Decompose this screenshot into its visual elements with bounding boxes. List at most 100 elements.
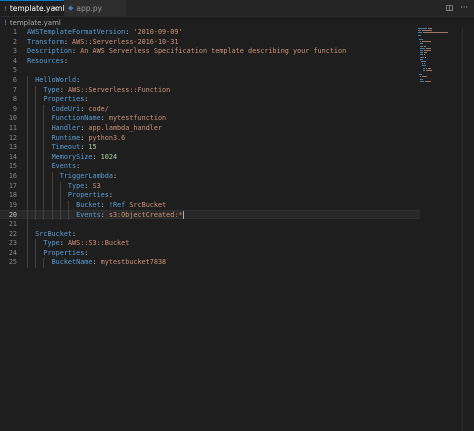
minimap-line	[422, 32, 448, 34]
yaml-value: AWS::Serverless-2016-10-31	[72, 37, 179, 46]
yaml-value: :	[72, 229, 77, 238]
close-icon[interactable]: ×	[52, 4, 59, 13]
yaml-value: 15	[88, 143, 97, 152]
yaml-key: Properties	[43, 95, 85, 104]
code-line[interactable]: 17 Type: S3	[0, 182, 420, 191]
minimap-line	[425, 69, 433, 71]
line-number: 11	[8, 124, 17, 132]
code-line[interactable]: 8 Properties:	[0, 95, 420, 104]
code-line[interactable]: 13 Timeout: 15	[0, 143, 420, 152]
code-editor[interactable]: 1 AWSTemplateFormatVersion: '2010-09-09' 2…	[0, 28, 474, 431]
python-icon: ◆	[68, 4, 74, 12]
code-line[interactable]: 4 Resources:	[0, 57, 420, 66]
yaml-value: mytestbucket7838	[100, 258, 167, 267]
minimap[interactable]	[418, 28, 460, 88]
code-line[interactable]: 11 Handler: app.lambda_handler	[0, 124, 420, 133]
yaml-key: Bucket	[76, 200, 101, 209]
yaml-value: :	[63, 37, 73, 46]
code-text: Bucket: !Ref SrcBucket	[27, 201, 166, 210]
yaml-value: :	[100, 200, 109, 209]
minimap-line	[427, 67, 431, 69]
code-text: HelloWorld:	[27, 76, 80, 85]
scrollbar[interactable]	[462, 28, 474, 431]
minimap-line	[427, 28, 433, 29]
code-line[interactable]: 3 Description: An AWS Serverless Specific…	[0, 47, 420, 56]
minimap-line	[420, 52, 423, 54]
code-line[interactable]: 5	[0, 66, 420, 75]
code-line[interactable]: 24 Properties:	[0, 249, 420, 258]
tab-app-py[interactable]: ◆ app.py	[64, 0, 126, 16]
more-actions-icon[interactable]: ···	[460, 3, 468, 12]
code-line[interactable]: 25 BucketName: mytestbucket7838	[0, 258, 420, 267]
code-text: Description: An AWS Serverless Specifica…	[27, 47, 346, 56]
yaml-value: :	[59, 239, 68, 248]
code-line[interactable]: 22 SrcBucket:	[0, 230, 420, 239]
minimap-line	[423, 45, 426, 47]
yaml-key: HelloWorld	[35, 76, 77, 84]
yaml-key: BucketName	[51, 258, 93, 267]
yaml-value: app.lambda_handler	[88, 124, 163, 132]
minimap-line	[421, 65, 426, 67]
line-number: 16	[8, 172, 17, 180]
yaml-value: :	[108, 191, 113, 200]
minimap-line	[420, 56, 425, 58]
split-editor-icon[interactable]: ◫	[446, 3, 454, 12]
indent-guide	[43, 258, 45, 268]
yaml-value: 1024	[100, 152, 118, 161]
code-line[interactable]: 2 Transform: AWS::Serverless-2016-10-31	[0, 38, 420, 47]
yaml-key: Description	[27, 47, 73, 56]
code-line[interactable]: 16 TriggerLambda:	[0, 172, 420, 181]
minimap-line	[422, 69, 425, 71]
code-text: FunctionName: mytestfunction	[27, 114, 167, 123]
yaml-key: Resources	[27, 56, 64, 65]
line-number: 5	[12, 66, 17, 75]
minimap-line	[422, 67, 425, 69]
yaml-key: FunctionName	[51, 114, 101, 123]
code-line[interactable]: 9 CodeUri: code/	[0, 105, 420, 114]
tab-bar: ! template.yaml × ◆ app.py ◫ ···	[0, 0, 474, 17]
minimap-line	[421, 63, 424, 65]
minimap-line	[421, 76, 428, 78]
indent-guide	[67, 200, 69, 220]
indent-guide	[35, 239, 37, 268]
code-line[interactable]: 1 AWSTemplateFormatVersion: '2010-09-09'	[0, 28, 420, 37]
tab-template-yaml[interactable]: ! template.yaml ×	[0, 0, 64, 16]
code-line[interactable]: 6 HelloWorld:	[0, 76, 420, 85]
minimap-line	[419, 41, 422, 43]
code-line[interactable]: 18 Properties:	[0, 191, 420, 200]
code-line[interactable]: 7 Type: AWS::Serverless::Function	[0, 86, 420, 95]
code-line[interactable]: 20 Events: s3:ObjectCreated:*	[0, 210, 420, 220]
line-number: 9	[12, 104, 17, 113]
minimap-line	[419, 76, 422, 78]
line-number: 12	[8, 133, 17, 142]
yaml-value: :	[84, 95, 89, 104]
yaml-value: S3	[92, 181, 101, 190]
line-number: 19	[8, 200, 17, 209]
code-text: Properties:	[27, 191, 113, 200]
code-text: Transform: AWS::Serverless-2016-10-31	[27, 38, 178, 47]
yaml-icon: !	[4, 4, 7, 13]
yaml-key: Type	[43, 239, 60, 248]
code-line[interactable]: 14 MemorySize: 1024	[0, 153, 420, 162]
yaml-value: SrcBucket	[129, 200, 167, 209]
code-line[interactable]: 23 Type: AWS::S3::Bucket	[0, 239, 420, 248]
minimap-line	[420, 58, 423, 60]
code-line[interactable]: 10 FunctionName: mytestfunction	[0, 114, 420, 123]
line-number: 22	[8, 229, 17, 238]
code-line[interactable]: 15 Events:	[0, 162, 420, 171]
breadcrumb-file[interactable]: template.yaml	[10, 19, 61, 27]
minimap-line	[418, 74, 423, 76]
code-line[interactable]: 12 Runtime: python3.6	[0, 134, 420, 143]
yaml-value: :	[84, 248, 89, 257]
code-line[interactable]: 19 Bucket: !Ref SrcBucket	[0, 201, 420, 210]
code-text: Resources:	[27, 57, 68, 66]
yaml-value: :	[92, 258, 101, 267]
code-line[interactable]: 21	[0, 220, 420, 229]
